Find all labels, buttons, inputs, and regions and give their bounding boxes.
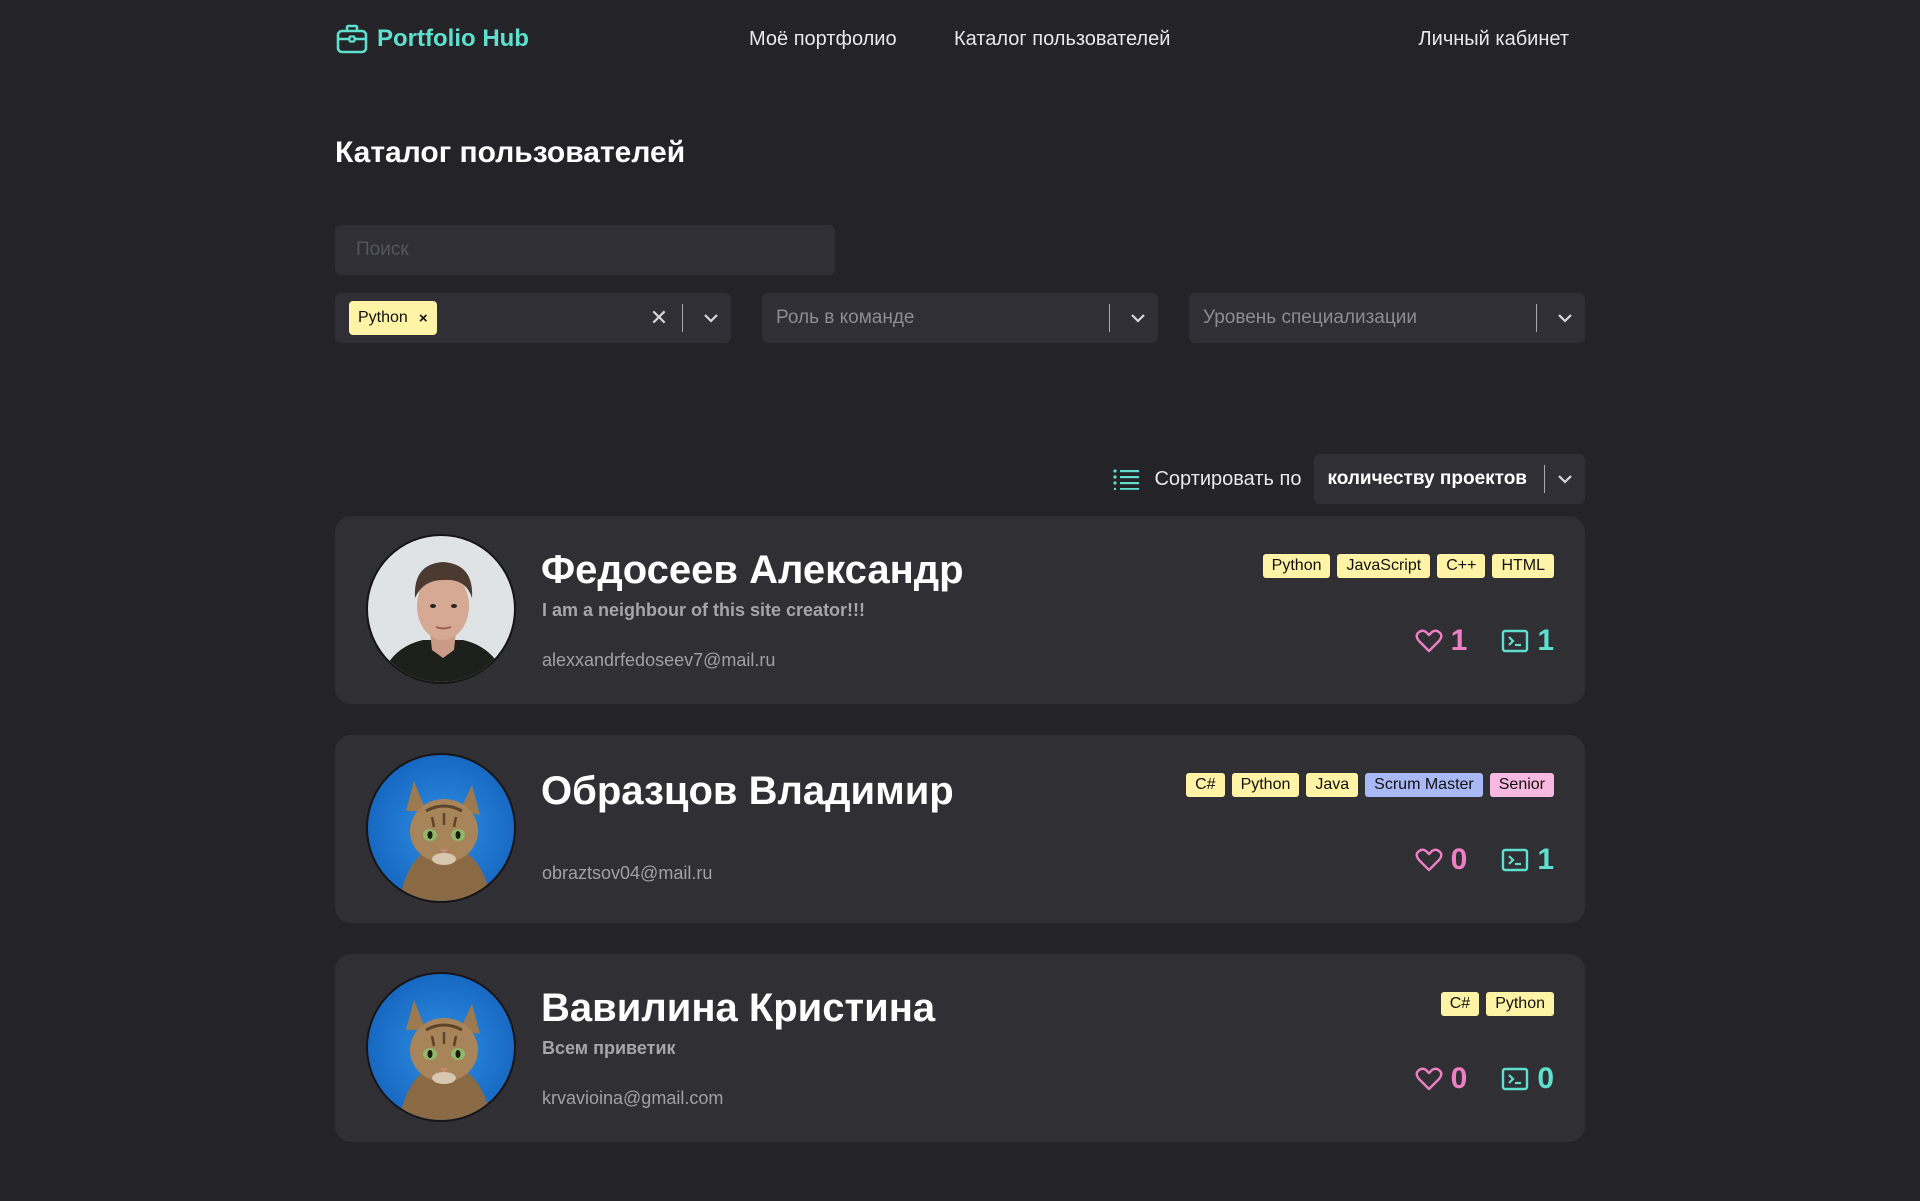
projects-count: 1 bbox=[1537, 624, 1554, 657]
user-card[interactable]: Образцов Владимир obraztsov04@mail.ru C#… bbox=[335, 735, 1585, 923]
page-container: Portfolio Hub Моё портфолио Каталог поль… bbox=[335, 0, 1585, 1142]
tag: Java bbox=[1306, 773, 1359, 797]
likes-count: 0 bbox=[1450, 1062, 1468, 1095]
terminal-icon bbox=[1501, 1066, 1529, 1092]
chevron-down-icon[interactable] bbox=[691, 312, 731, 324]
role-filter-placeholder: Роль в команде bbox=[776, 307, 915, 328]
likes-stat: 1 bbox=[1415, 624, 1468, 658]
level-filter-placeholder: Уровень специализации bbox=[1203, 307, 1417, 328]
user-stats: 0 0 bbox=[1415, 1062, 1554, 1096]
user-email: alexxandrfedoseev7@mail.ru bbox=[542, 650, 776, 670]
role-filter-select[interactable]: Роль в команде bbox=[762, 293, 1158, 343]
user-email: krvavioina@gmail.com bbox=[542, 1088, 724, 1108]
user-name[interactable]: Вавилина Кристина bbox=[541, 986, 935, 1031]
user-bio: I am a neighbour of this site creator!!! bbox=[542, 600, 866, 620]
skill-tags: C# Python Java Scrum Master Senior bbox=[1186, 773, 1554, 797]
user-card[interactable]: Вавилина Кристина Всем приветик krvavioi… bbox=[335, 954, 1585, 1142]
sort-value: количеству проектов bbox=[1327, 468, 1527, 489]
divider bbox=[682, 304, 683, 332]
likes-stat: 0 bbox=[1415, 1062, 1468, 1096]
list-icon bbox=[1112, 468, 1140, 490]
chip-remove-button[interactable]: × bbox=[419, 310, 428, 327]
user-card[interactable]: Федосеев Александр I am a neighbour of t… bbox=[335, 516, 1585, 704]
chevron-down-icon[interactable] bbox=[1545, 473, 1585, 485]
user-stats: 0 1 bbox=[1415, 843, 1554, 877]
top-navbar: Portfolio Hub Моё портфолио Каталог поль… bbox=[335, 0, 1585, 85]
user-name[interactable]: Федосеев Александр bbox=[541, 548, 964, 593]
chip-label: Python bbox=[358, 309, 408, 326]
divider bbox=[1109, 304, 1110, 332]
tag: C++ bbox=[1437, 554, 1486, 578]
tag: C# bbox=[1440, 992, 1480, 1016]
search-input[interactable] bbox=[335, 225, 835, 275]
chevron-down-icon[interactable] bbox=[1545, 312, 1585, 324]
user-stats: 1 1 bbox=[1415, 624, 1554, 658]
nav-personal-account[interactable]: Личный кабинет bbox=[1419, 28, 1569, 51]
tag: HTML bbox=[1492, 554, 1554, 578]
avatar[interactable] bbox=[366, 972, 516, 1122]
tag: Scrum Master bbox=[1365, 773, 1483, 797]
level-filter-select[interactable]: Уровень специализации bbox=[1189, 293, 1585, 343]
projects-stat: 1 bbox=[1501, 843, 1554, 877]
tag: Python bbox=[1262, 554, 1331, 578]
skill-tags: Python JavaScript C++ HTML bbox=[1262, 554, 1554, 578]
terminal-icon bbox=[1501, 847, 1529, 873]
nav-my-portfolio[interactable]: Моё портфолио bbox=[749, 28, 897, 51]
tag: Python bbox=[1231, 773, 1300, 797]
user-bio: Всем приветик bbox=[542, 1038, 676, 1058]
logo-link[interactable]: Portfolio Hub bbox=[335, 22, 529, 56]
briefcase-icon bbox=[335, 22, 369, 56]
avatar[interactable] bbox=[366, 753, 516, 903]
heart-icon bbox=[1415, 847, 1443, 873]
user-name[interactable]: Образцов Владимир bbox=[541, 769, 954, 814]
divider bbox=[1536, 304, 1537, 332]
terminal-icon bbox=[1501, 628, 1529, 654]
heart-icon bbox=[1415, 1066, 1443, 1092]
avatar[interactable] bbox=[366, 534, 516, 684]
projects-stat: 1 bbox=[1501, 624, 1554, 658]
chevron-down-icon[interactable] bbox=[1118, 312, 1158, 324]
tag: Python bbox=[1486, 992, 1554, 1016]
tag: JavaScript bbox=[1337, 554, 1431, 578]
tag: Senior bbox=[1489, 773, 1554, 797]
nav-user-catalog[interactable]: Каталог пользователей bbox=[954, 28, 1170, 51]
sort-label: Сортировать по bbox=[1154, 467, 1302, 490]
projects-count: 0 bbox=[1537, 1062, 1554, 1095]
clear-filter-button[interactable]: ✕ bbox=[644, 305, 674, 331]
tag: C# bbox=[1186, 773, 1225, 797]
skill-tags: C# Python bbox=[1440, 992, 1554, 1016]
projects-count: 1 bbox=[1537, 843, 1554, 876]
logo-text: Portfolio Hub bbox=[377, 25, 529, 52]
sort-row: Сортировать по количеству проектов bbox=[1112, 454, 1585, 504]
page-title: Каталог пользователей bbox=[335, 136, 686, 169]
selected-chip-python: Python × bbox=[349, 301, 437, 335]
user-email: obraztsov04@mail.ru bbox=[542, 863, 713, 883]
likes-stat: 0 bbox=[1415, 843, 1468, 877]
likes-count: 1 bbox=[1450, 624, 1468, 657]
likes-count: 0 bbox=[1450, 843, 1468, 876]
sort-select[interactable]: количеству проектов bbox=[1314, 454, 1585, 504]
language-filter-select[interactable]: Python × ✕ bbox=[335, 293, 731, 343]
heart-icon bbox=[1415, 628, 1443, 654]
projects-stat: 0 bbox=[1501, 1062, 1554, 1096]
